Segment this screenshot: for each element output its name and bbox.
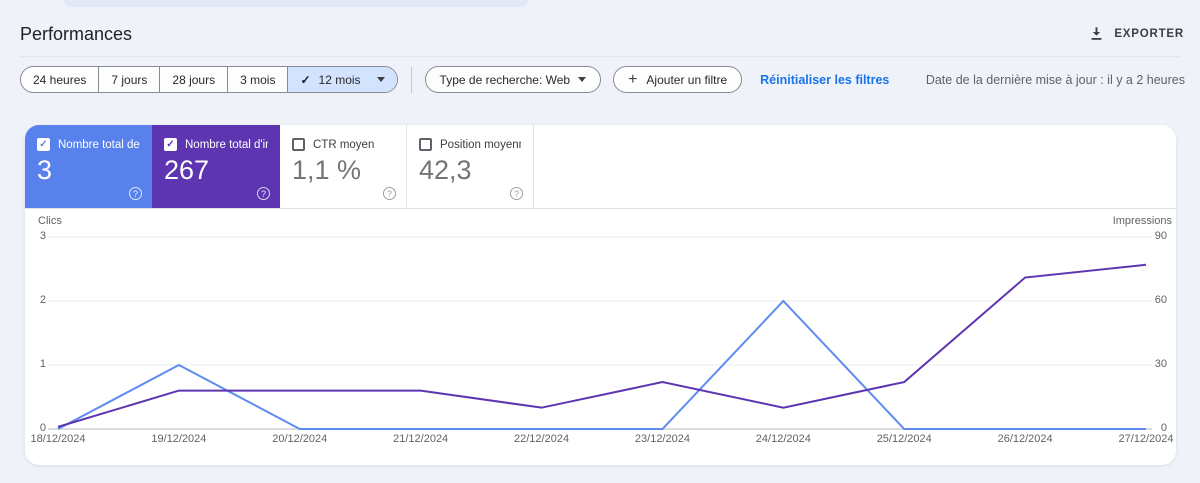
help-icon[interactable]: ?: [129, 187, 142, 200]
help-icon[interactable]: ?: [383, 187, 396, 200]
period-12-mois-selected[interactable]: ✓ 12 mois: [287, 67, 397, 92]
metric-label: CTR moyen: [313, 138, 375, 151]
period-label: 7 jours: [111, 72, 148, 87]
period-7-jours[interactable]: 7 jours: [98, 67, 159, 92]
add-filter-label: Ajouter un filtre: [646, 72, 728, 87]
checkbox-unchecked-icon[interactable]: [292, 138, 305, 151]
period-24-heures[interactable]: 24 heures: [21, 67, 98, 92]
x-axis-label: 24/12/2024: [755, 433, 811, 445]
metric-tile-position[interactable]: Position moyenne 42,3 ?: [407, 125, 534, 208]
x-axis-label: 26/12/2024: [997, 433, 1053, 445]
period-3-mois[interactable]: 3 mois: [227, 67, 287, 92]
checkbox-unchecked-icon[interactable]: [419, 138, 432, 151]
metric-value: 42,3: [419, 155, 472, 185]
period-label: 24 heures: [33, 72, 87, 87]
y-axis-tick-right: 90: [1154, 230, 1167, 242]
search-type-label: Type de recherche: Web: [439, 72, 571, 87]
download-icon: [1091, 27, 1102, 40]
x-axis-label: 20/12/2024: [272, 433, 328, 445]
metric-tile-clics[interactable]: ✓ Nombre total de c... 3 ?: [25, 125, 152, 208]
metric-tiles: ✓ Nombre total de c... 3 ? ✓ Nombre tota…: [25, 125, 1176, 209]
chevron-down-icon: [578, 77, 587, 82]
x-axis-label: 23/12/2024: [634, 433, 690, 445]
period-label: 28 jours: [172, 72, 216, 87]
filter-divider: [410, 66, 412, 93]
search-bar-remnant[interactable]: [64, 0, 528, 7]
y-axis-tick-left: 2: [39, 294, 46, 306]
period-label: 12 mois: [318, 72, 361, 87]
checkmark-icon: ✓: [300, 72, 311, 87]
chart-area: Clics Impressions 0 1 2 3 0 30 60 90 18/12/2024 1…: [25, 209, 1176, 465]
filter-bar: 24 heures 7 jours 28 jours 3 mois ✓ 12 m…: [20, 66, 1185, 93]
metric-value: 267: [164, 155, 210, 185]
metric-tile-ctr[interactable]: CTR moyen 1,1 % ?: [280, 125, 407, 208]
chart-plot: [48, 236, 1152, 430]
header-divider: [20, 56, 1180, 57]
help-icon[interactable]: ?: [257, 187, 270, 200]
x-axis-label: 19/12/2024: [151, 433, 207, 445]
metric-label: Nombre total de c...: [58, 138, 140, 151]
checkbox-checked-icon[interactable]: ✓: [164, 138, 177, 151]
chevron-down-icon: [376, 77, 385, 82]
plus-icon: +: [628, 70, 638, 88]
metric-value: 3: [37, 155, 53, 185]
performance-page: Performances EXPORTER 24 heures 7 jours …: [0, 0, 1200, 483]
metric-value: 1,1 %: [292, 155, 362, 185]
export-label: EXPORTER: [1114, 27, 1184, 40]
export-button[interactable]: EXPORTER: [1089, 26, 1184, 41]
search-type-filter[interactable]: Type de recherche: Web: [424, 66, 602, 93]
period-28-jours[interactable]: 28 jours: [159, 67, 227, 92]
series-line-impressions: [57, 263, 1147, 428]
checkbox-checked-icon[interactable]: ✓: [37, 138, 50, 151]
period-label: 3 mois: [240, 72, 276, 87]
metric-label: Position moyenne: [440, 138, 521, 151]
help-icon[interactable]: ?: [510, 187, 523, 200]
y-axis-tick-left: 1: [39, 358, 46, 370]
x-axis-label: 25/12/2024: [876, 433, 932, 445]
x-axis-label: 21/12/2024: [393, 433, 449, 445]
y-axis-tick-right: 60: [1154, 294, 1167, 306]
last-update-text: Date de la dernière mise à jour : il y a…: [925, 72, 1185, 87]
metric-tile-impressions[interactable]: ✓ Nombre total d'im... 267 ?: [152, 125, 280, 208]
add-filter-button[interactable]: + Ajouter un filtre: [613, 66, 743, 93]
date-range-control: 24 heures 7 jours 28 jours 3 mois ✓ 12 m…: [20, 66, 398, 93]
y-axis-tick-right: 30: [1154, 358, 1167, 370]
reset-filters-link[interactable]: Réinitialiser les filtres: [760, 73, 889, 87]
y-axis-tick-left: 3: [39, 230, 46, 242]
metric-label: Nombre total d'im...: [185, 138, 268, 151]
x-axis-label: 22/12/2024: [514, 433, 570, 445]
x-axis-label: 27/12/2024: [1118, 433, 1174, 445]
page-title: Performances: [20, 24, 133, 44]
x-axis-label: 18/12/2024: [30, 433, 86, 445]
performance-card: ✓ Nombre total de c... 3 ? ✓ Nombre tota…: [25, 125, 1176, 465]
